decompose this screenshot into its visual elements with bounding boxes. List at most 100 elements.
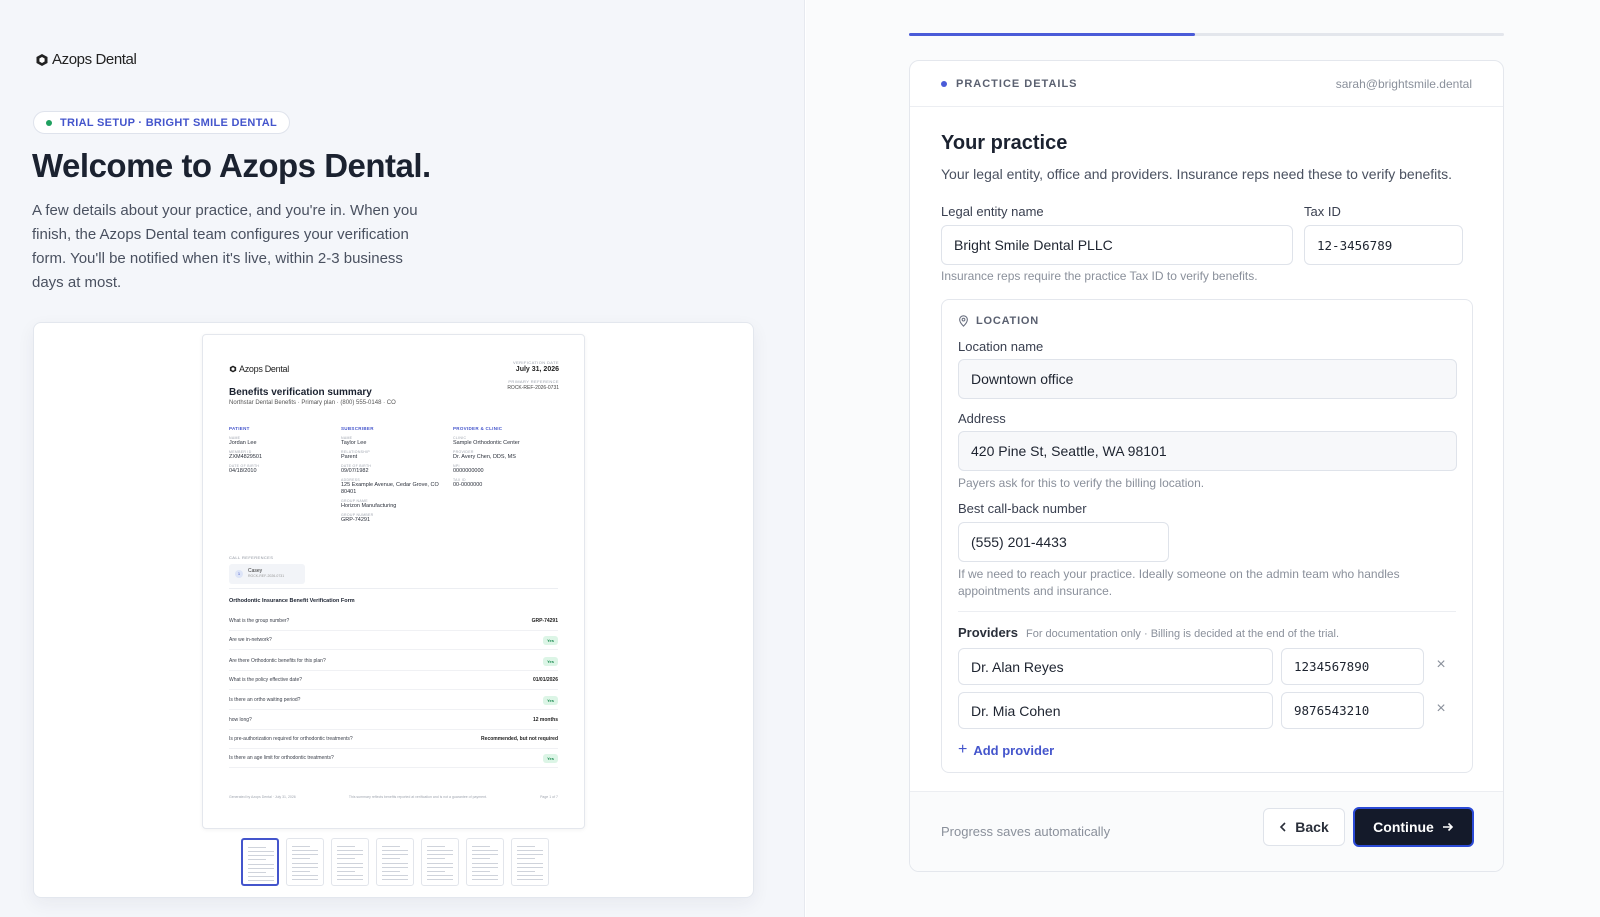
qa-question: What is the group number?: [229, 618, 290, 624]
trial-badge-label: TRIAL SETUP · BRIGHT SMILE DENTAL: [60, 116, 278, 129]
call-ref-card: 1 Casey ROCK-REF-2026-0731: [229, 564, 305, 584]
back-button[interactable]: Back: [1263, 808, 1345, 846]
card-footer: Progress saves automatically Back Contin…: [910, 791, 1503, 871]
page-thumbnail[interactable]: [376, 838, 414, 886]
brand-name: Azops Dental: [52, 51, 137, 68]
doc-provider-col: PROVIDER & CLINIC CLINIC Sample Orthodon…: [453, 426, 563, 492]
location-name-input[interactable]: Downtown office: [958, 359, 1457, 399]
field-value: 04/18/2010: [229, 468, 257, 474]
page-thumbnail[interactable]: [466, 838, 504, 886]
page-thumbnail[interactable]: [511, 838, 549, 886]
qa-row: how long? 12 months: [229, 711, 558, 730]
qa-row: Are there Orthodontic benefits for this …: [229, 652, 558, 671]
azops-logo-icon: [36, 53, 48, 66]
back-button-label: Back: [1295, 819, 1329, 835]
address-label: Address: [958, 411, 1006, 426]
qa-answer-badge: Yes: [543, 695, 558, 705]
page-description: A few details about your practice, and y…: [32, 202, 418, 291]
close-icon: ×: [1436, 656, 1446, 673]
verification-preview: Azops Dental VERIFICATION DATE July 31, …: [33, 322, 754, 898]
section-divider: [958, 611, 1456, 612]
remove-provider-button[interactable]: ×: [1433, 656, 1449, 674]
brand-logo: Azops Dental: [35, 51, 137, 68]
legal-entity-input[interactable]: Bright Smile Dental PLLC: [941, 225, 1293, 265]
tax-id-input[interactable]: 12-3456789: [1304, 225, 1463, 265]
page-title: Welcome to Azops Dental.: [32, 147, 431, 184]
practice-form-card: PRACTICE DETAILS sarah@brightsmile.denta…: [909, 60, 1504, 872]
qa-answer-badge: Yes: [543, 635, 558, 645]
qa-answer: Recommended, but not required: [481, 736, 558, 742]
location-pin-icon: [959, 315, 968, 327]
phone-label: Best call-back number: [958, 501, 1087, 516]
phone-hint: If we need to reach your practice. Ideal…: [958, 567, 1400, 598]
add-provider-label: Add provider: [973, 742, 1055, 758]
qa-row: What is the policy effective date? 01/01/…: [229, 671, 558, 690]
address-input[interactable]: 420 Pine St, Seattle, WA 98101: [958, 431, 1457, 471]
qa-answer-badge: Yes: [543, 753, 558, 763]
qa-answer: GRP-74291: [531, 618, 558, 624]
qa-question: how long?: [229, 717, 252, 723]
field-value: ZXM4829501: [229, 454, 263, 460]
doc-subscriber-col: SUBSCRIBER NAME Taylor Lee RELATIONSHIP …: [341, 426, 441, 527]
page-thumbnail[interactable]: [241, 838, 279, 886]
qa-answer: 01/01/2026: [532, 677, 558, 683]
close-icon: ×: [1436, 700, 1446, 717]
card-header: PRACTICE DETAILS sarah@brightsmile.denta…: [910, 61, 1503, 107]
step-label-text: PRACTICE DETAILS: [956, 78, 1078, 90]
arrow-right-icon: [1442, 822, 1453, 832]
col-heading: PATIENT: [229, 426, 250, 431]
providers-subtitle: For documentation only · Billing is deci…: [1025, 628, 1340, 640]
location-heading: LOCATION: [958, 315, 1039, 327]
remove-provider-button[interactable]: ×: [1433, 700, 1449, 718]
preview-document: Azops Dental VERIFICATION DATE July 31, …: [202, 334, 585, 829]
phone-input[interactable]: (555) 201-4433: [958, 522, 1169, 562]
provider-npi-input[interactable]: 9876543210: [1281, 692, 1424, 729]
field-value: 09/07/1982: [341, 468, 369, 474]
doc-footer-left: Generated by Azops Dental · July 31, 202…: [229, 795, 296, 799]
qa-question: Are there Orthodontic benefits for this …: [229, 658, 326, 664]
doc-title: Benefits verification summary: [229, 387, 372, 398]
doc-divider: [229, 588, 558, 589]
doc-date: July 31, 2026: [515, 366, 559, 373]
continue-button[interactable]: Continue: [1353, 807, 1474, 847]
legal-entity-label: Legal entity name: [941, 204, 1044, 219]
field-value: Dr. Avery Chen, DDS, MS: [453, 454, 516, 460]
provider-npi-input[interactable]: 1234567890: [1281, 648, 1424, 685]
tax-id-label: Tax ID: [1304, 204, 1341, 219]
tax-id-hint: Insurance reps require the practice Tax …: [941, 269, 1258, 283]
add-provider-button[interactable]: + Add provider: [958, 741, 1054, 759]
page-thumbnail[interactable]: [286, 838, 324, 886]
qa-question: What is the policy effective date?: [229, 677, 303, 683]
doc-footer-right: Page 1 of 7: [540, 795, 558, 799]
field-value: 125 Example Avenue, Cedar Grove, CO 8040…: [341, 482, 439, 495]
field-value: Jordan Lee: [229, 440, 257, 446]
qa-row: Is there an ortho waiting period? Yes: [229, 691, 558, 710]
provider-name-input[interactable]: Dr. Mia Cohen: [958, 692, 1273, 729]
qa-row: Is pre-authorization required for orthod…: [229, 730, 558, 749]
field-value: 00-0000000: [453, 482, 483, 488]
field-value: GRP-74291: [341, 517, 371, 523]
page-thumbnails: [241, 838, 549, 886]
call-ref-number: 1: [235, 570, 243, 578]
doc-date-label: VERIFICATION DATE: [513, 360, 559, 365]
field-value: 0000000000: [453, 468, 484, 474]
trial-badge: TRIAL SETUP · BRIGHT SMILE DENTAL: [33, 111, 291, 134]
autosave-note: Progress saves automatically: [941, 824, 1111, 839]
doc-subtitle: Northstar Dental Benefits · Primary plan…: [229, 400, 396, 406]
qa-question: Is there an ortho waiting period?: [229, 697, 301, 703]
field-value: Taylor Lee: [341, 440, 367, 446]
qa-row: What is the group number? GRP-74291: [229, 612, 558, 631]
provider-name-input[interactable]: Dr. Alan Reyes: [958, 648, 1273, 685]
left-panel: Azops Dental TRIAL SETUP · BRIGHT SMILE …: [0, 0, 805, 917]
section-description: Your legal entity, office and providers.…: [941, 166, 1453, 182]
page-thumbnail[interactable]: [331, 838, 369, 886]
providers-heading: Providers For documentation only · Billi…: [958, 625, 1339, 640]
providers-title: Providers: [958, 625, 1018, 640]
field-value: Sample Orthodontic Center: [453, 440, 520, 446]
step-dot-icon: [941, 81, 947, 87]
doc-patient-col: PATIENT NAME Jordan Lee MEMBER ID ZXM482…: [229, 426, 339, 478]
plus-icon: +: [958, 741, 968, 758]
field-value: Parent: [341, 454, 358, 460]
page-thumbnail[interactable]: [421, 838, 459, 886]
call-ref-id: ROCK-REF-2026-0731: [248, 574, 285, 578]
